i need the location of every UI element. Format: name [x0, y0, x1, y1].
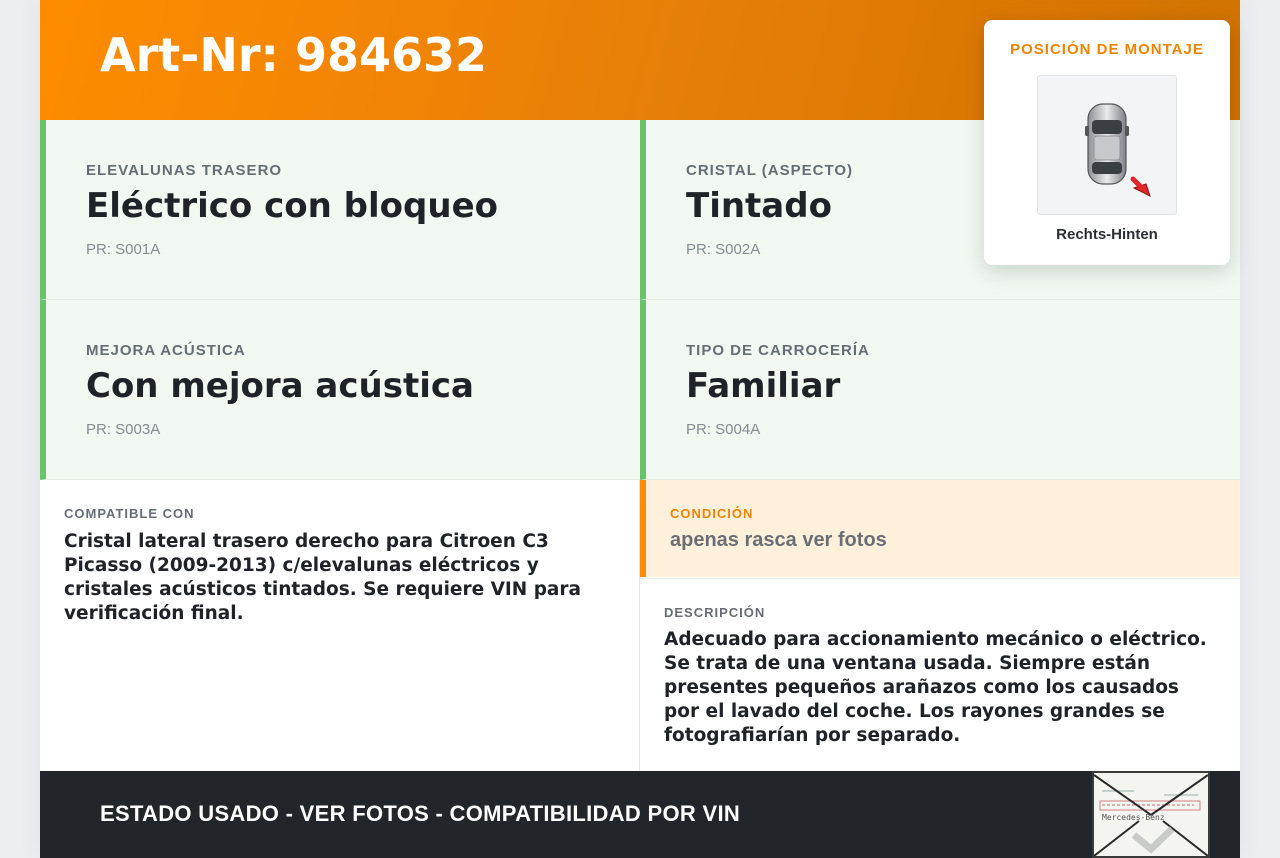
spec-value: Familiar	[686, 366, 841, 406]
spec-code: PR: S003A	[86, 421, 161, 438]
spec-value: Con mejora acústica	[86, 366, 474, 406]
spec-code: PR: S004A	[686, 421, 761, 438]
mounting-caption: Rechts-Hinten	[1056, 226, 1158, 243]
spec-label: CRISTAL (ASPECTO)	[686, 162, 854, 179]
envelope-icon: Mercedes-Benz	[1092, 771, 1210, 858]
compatibility-label: COMPATIBLE CON	[64, 506, 195, 521]
spec-rear-window-regulator: ELEVALUNAS TRASERO Eléctrico con bloqueo…	[40, 120, 640, 300]
description-label: DESCRIPCIÓN	[664, 605, 766, 620]
spec-label: TIPO DE CARROCERÍA	[686, 342, 870, 359]
mounting-position-card: POSICIÓN DE MONTAJE Rechts-Hinten	[984, 20, 1230, 265]
condition-section: CONDICIÓN apenas rasca ver fotos	[640, 480, 1240, 577]
footer-bar: ESTADO USADO - VER FOTOS - COMPATIBILIDA…	[40, 771, 1240, 858]
spec-body-type: TIPO DE CARROCERÍA Familiar PR: S004A	[640, 300, 1240, 480]
spec-code: PR: S002A	[686, 241, 761, 258]
condition-label: CONDICIÓN	[670, 506, 754, 521]
spec-value: Eléctrico con bloqueo	[86, 186, 498, 226]
compatibility-text: Cristal lateral trasero derecho para Cit…	[64, 531, 582, 624]
car-top-view-icon	[1037, 75, 1177, 215]
spec-acoustic-improvement: MEJORA ACÚSTICA Con mejora acústica PR: …	[40, 300, 640, 480]
product-sheet: Art-Nr: 984632 ELEVALUNAS TRASERO Eléctr…	[40, 0, 1240, 858]
stamp-text: Mercedes-Benz	[1102, 813, 1165, 822]
condition-text: apenas rasca ver fotos	[670, 529, 887, 551]
spec-code: PR: S001A	[86, 241, 161, 258]
description-section: DESCRIPCIÓN Adecuado para accionamiento …	[640, 578, 1240, 771]
footer-text: ESTADO USADO - VER FOTOS - COMPATIBILIDA…	[100, 801, 741, 826]
mounting-title: POSICIÓN DE MONTAJE	[1010, 41, 1204, 58]
description-text: Adecuado para accionamiento mecánico o e…	[664, 629, 1207, 746]
spec-value: Tintado	[686, 186, 832, 226]
spec-label: ELEVALUNAS TRASERO	[86, 162, 283, 179]
page-title: Art-Nr: 984632	[100, 28, 488, 82]
spec-label: MEJORA ACÚSTICA	[86, 342, 246, 359]
compatibility-section: COMPATIBLE CON Cristal lateral trasero d…	[40, 480, 640, 771]
